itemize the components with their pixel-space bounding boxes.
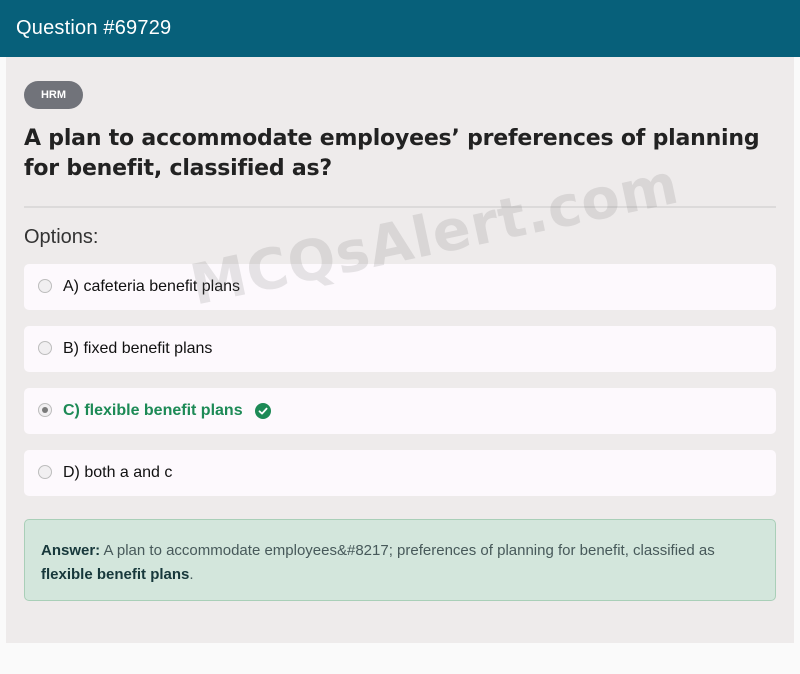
- option-d[interactable]: D) both a and c: [24, 450, 776, 496]
- page-header: Question #69729: [0, 0, 800, 57]
- answer-suffix: .: [189, 566, 194, 583]
- option-b[interactable]: B) fixed benefit plans: [24, 326, 776, 372]
- option-d-label: D) both a and c: [63, 464, 173, 481]
- option-a[interactable]: A) cafeteria benefit plans: [24, 264, 776, 310]
- radio-option-a[interactable]: [38, 279, 52, 293]
- answer-highlight: flexible benefit plans: [41, 566, 190, 583]
- options-label: Options:: [24, 226, 99, 248]
- answer-prefix: Answer:: [41, 542, 101, 559]
- option-a-label: A) cafeteria benefit plans: [63, 278, 240, 295]
- radio-option-d[interactable]: [38, 465, 52, 479]
- question-text: A plan to accommodate employees’ prefere…: [24, 126, 760, 181]
- divider: [24, 206, 776, 208]
- answer-text: Answer: A plan to accommodate employees&…: [41, 539, 761, 587]
- category-tag[interactable]: HRM: [24, 81, 83, 109]
- option-c[interactable]: C) flexible benefit plans: [24, 388, 776, 434]
- answer-box: Answer: A plan to accommodate employees&…: [24, 519, 776, 601]
- option-c-label: C) flexible benefit plans: [63, 402, 243, 419]
- radio-option-b[interactable]: [38, 341, 52, 355]
- radio-option-c[interactable]: [38, 403, 52, 417]
- page-title: Question #69729: [16, 17, 172, 39]
- answer-body: A plan to accommodate employees&#8217; p…: [100, 542, 715, 559]
- option-b-label: B) fixed benefit plans: [63, 340, 213, 357]
- check-circle-icon: [254, 403, 271, 419]
